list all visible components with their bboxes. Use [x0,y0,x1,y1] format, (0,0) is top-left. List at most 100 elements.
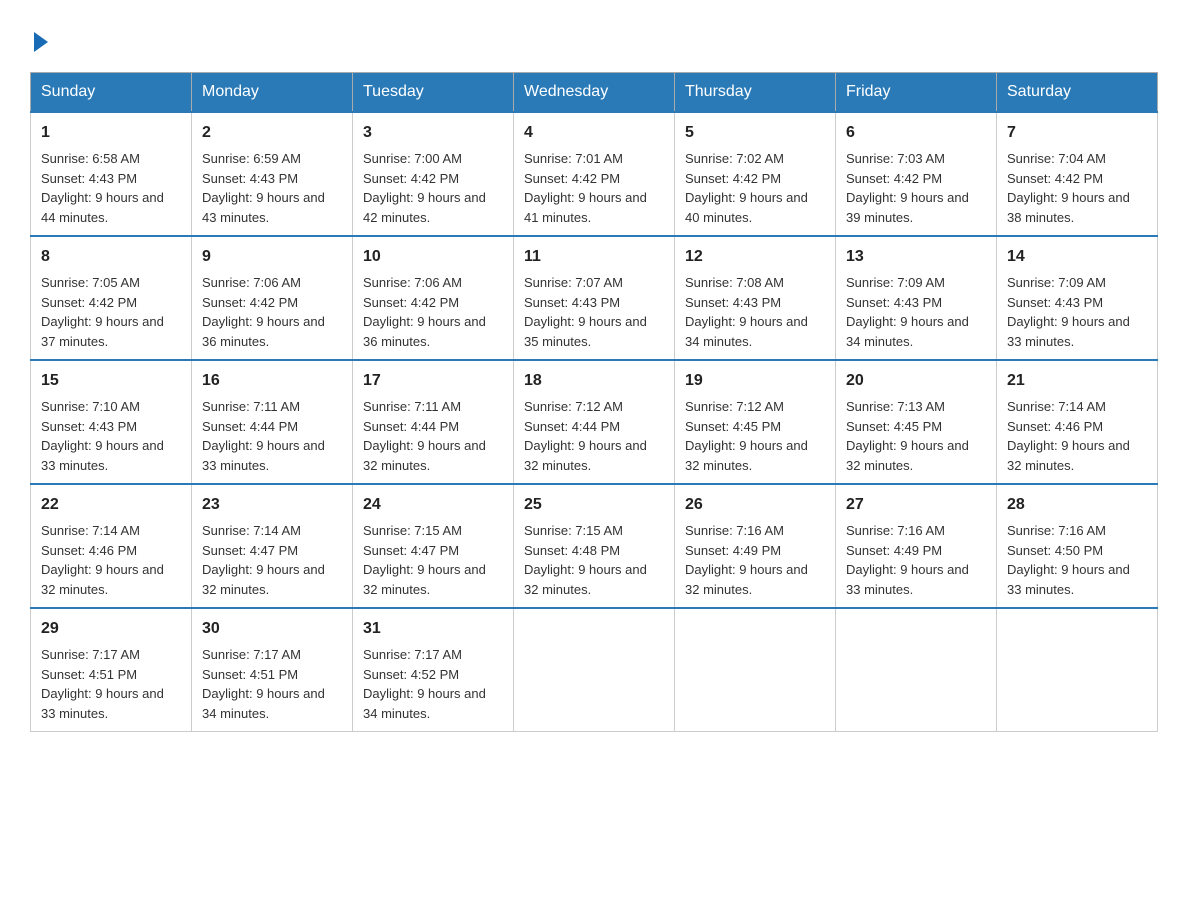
sunset-label: Sunset: 4:43 PM [1007,295,1103,310]
calendar-cell: 27 Sunrise: 7:16 AM Sunset: 4:49 PM Dayl… [836,484,997,608]
daylight-label: Daylight: 9 hours and 35 minutes. [524,314,647,349]
sunrise-label: Sunrise: 7:07 AM [524,275,623,290]
sunset-label: Sunset: 4:44 PM [524,419,620,434]
day-number: 4 [524,121,664,145]
daylight-label: Daylight: 9 hours and 41 minutes. [524,190,647,225]
sunset-label: Sunset: 4:48 PM [524,543,620,558]
sunrise-label: Sunrise: 7:00 AM [363,151,462,166]
week-row: 29 Sunrise: 7:17 AM Sunset: 4:51 PM Dayl… [31,608,1158,732]
sunrise-label: Sunrise: 7:17 AM [41,647,140,662]
sunset-label: Sunset: 4:45 PM [685,419,781,434]
sunset-label: Sunset: 4:46 PM [41,543,137,558]
calendar-cell: 21 Sunrise: 7:14 AM Sunset: 4:46 PM Dayl… [997,360,1158,484]
day-number: 26 [685,493,825,517]
day-number: 14 [1007,245,1147,269]
sunset-label: Sunset: 4:43 PM [524,295,620,310]
calendar-day-header: Friday [836,73,997,113]
calendar-cell [675,608,836,732]
calendar-cell: 14 Sunrise: 7:09 AM Sunset: 4:43 PM Dayl… [997,236,1158,360]
calendar-cell: 10 Sunrise: 7:06 AM Sunset: 4:42 PM Dayl… [353,236,514,360]
calendar-day-header: Sunday [31,73,192,113]
week-row: 15 Sunrise: 7:10 AM Sunset: 4:43 PM Dayl… [31,360,1158,484]
daylight-label: Daylight: 9 hours and 33 minutes. [41,438,164,473]
sunset-label: Sunset: 4:43 PM [41,419,137,434]
daylight-label: Daylight: 9 hours and 34 minutes. [846,314,969,349]
sunrise-label: Sunrise: 7:15 AM [363,523,462,538]
sunset-label: Sunset: 4:43 PM [846,295,942,310]
calendar-cell: 22 Sunrise: 7:14 AM Sunset: 4:46 PM Dayl… [31,484,192,608]
week-row: 1 Sunrise: 6:58 AM Sunset: 4:43 PM Dayli… [31,112,1158,236]
sunset-label: Sunset: 4:42 PM [363,295,459,310]
calendar-cell: 3 Sunrise: 7:00 AM Sunset: 4:42 PM Dayli… [353,112,514,236]
sunset-label: Sunset: 4:51 PM [202,667,298,682]
sunrise-label: Sunrise: 7:12 AM [524,399,623,414]
calendar-day-header: Wednesday [514,73,675,113]
sunset-label: Sunset: 4:43 PM [41,171,137,186]
daylight-label: Daylight: 9 hours and 39 minutes. [846,190,969,225]
calendar-table: SundayMondayTuesdayWednesdayThursdayFrid… [30,72,1158,732]
day-number: 20 [846,369,986,393]
calendar-day-header: Thursday [675,73,836,113]
calendar-cell: 31 Sunrise: 7:17 AM Sunset: 4:52 PM Dayl… [353,608,514,732]
daylight-label: Daylight: 9 hours and 37 minutes. [41,314,164,349]
sunrise-label: Sunrise: 7:12 AM [685,399,784,414]
day-number: 6 [846,121,986,145]
daylight-label: Daylight: 9 hours and 34 minutes. [363,686,486,721]
day-number: 16 [202,369,342,393]
day-number: 10 [363,245,503,269]
daylight-label: Daylight: 9 hours and 33 minutes. [1007,314,1130,349]
daylight-label: Daylight: 9 hours and 42 minutes. [363,190,486,225]
daylight-label: Daylight: 9 hours and 32 minutes. [41,562,164,597]
week-row: 22 Sunrise: 7:14 AM Sunset: 4:46 PM Dayl… [31,484,1158,608]
calendar-cell: 24 Sunrise: 7:15 AM Sunset: 4:47 PM Dayl… [353,484,514,608]
calendar-cell: 23 Sunrise: 7:14 AM Sunset: 4:47 PM Dayl… [192,484,353,608]
calendar-cell: 11 Sunrise: 7:07 AM Sunset: 4:43 PM Dayl… [514,236,675,360]
sunrise-label: Sunrise: 7:05 AM [41,275,140,290]
sunset-label: Sunset: 4:44 PM [363,419,459,434]
day-number: 9 [202,245,342,269]
calendar-cell: 9 Sunrise: 7:06 AM Sunset: 4:42 PM Dayli… [192,236,353,360]
sunrise-label: Sunrise: 7:11 AM [363,399,461,414]
sunset-label: Sunset: 4:42 PM [41,295,137,310]
day-number: 11 [524,245,664,269]
daylight-label: Daylight: 9 hours and 36 minutes. [202,314,325,349]
calendar-day-header: Tuesday [353,73,514,113]
calendar-day-header: Monday [192,73,353,113]
calendar-cell: 16 Sunrise: 7:11 AM Sunset: 4:44 PM Dayl… [192,360,353,484]
calendar-cell: 25 Sunrise: 7:15 AM Sunset: 4:48 PM Dayl… [514,484,675,608]
day-number: 24 [363,493,503,517]
sunrise-label: Sunrise: 7:15 AM [524,523,623,538]
calendar-cell: 1 Sunrise: 6:58 AM Sunset: 4:43 PM Dayli… [31,112,192,236]
sunset-label: Sunset: 4:45 PM [846,419,942,434]
daylight-label: Daylight: 9 hours and 34 minutes. [202,686,325,721]
sunrise-label: Sunrise: 7:09 AM [846,275,945,290]
daylight-label: Daylight: 9 hours and 44 minutes. [41,190,164,225]
calendar-cell: 13 Sunrise: 7:09 AM Sunset: 4:43 PM Dayl… [836,236,997,360]
daylight-label: Daylight: 9 hours and 34 minutes. [685,314,808,349]
page-header [30,30,1158,52]
daylight-label: Daylight: 9 hours and 33 minutes. [41,686,164,721]
sunrise-label: Sunrise: 7:02 AM [685,151,784,166]
calendar-cell: 29 Sunrise: 7:17 AM Sunset: 4:51 PM Dayl… [31,608,192,732]
day-number: 28 [1007,493,1147,517]
day-number: 5 [685,121,825,145]
sunrise-label: Sunrise: 7:16 AM [1007,523,1106,538]
week-row: 8 Sunrise: 7:05 AM Sunset: 4:42 PM Dayli… [31,236,1158,360]
calendar-cell: 26 Sunrise: 7:16 AM Sunset: 4:49 PM Dayl… [675,484,836,608]
daylight-label: Daylight: 9 hours and 33 minutes. [1007,562,1130,597]
sunrise-label: Sunrise: 7:01 AM [524,151,623,166]
daylight-label: Daylight: 9 hours and 32 minutes. [846,438,969,473]
daylight-label: Daylight: 9 hours and 40 minutes. [685,190,808,225]
daylight-label: Daylight: 9 hours and 32 minutes. [685,438,808,473]
daylight-label: Daylight: 9 hours and 36 minutes. [363,314,486,349]
calendar-cell: 12 Sunrise: 7:08 AM Sunset: 4:43 PM Dayl… [675,236,836,360]
sunset-label: Sunset: 4:42 PM [363,171,459,186]
calendar-cell: 2 Sunrise: 6:59 AM Sunset: 4:43 PM Dayli… [192,112,353,236]
logo-arrow-icon [34,32,48,52]
sunset-label: Sunset: 4:42 PM [1007,171,1103,186]
calendar-cell: 6 Sunrise: 7:03 AM Sunset: 4:42 PM Dayli… [836,112,997,236]
calendar-cell [836,608,997,732]
sunset-label: Sunset: 4:49 PM [846,543,942,558]
sunset-label: Sunset: 4:42 PM [524,171,620,186]
calendar-cell: 8 Sunrise: 7:05 AM Sunset: 4:42 PM Dayli… [31,236,192,360]
